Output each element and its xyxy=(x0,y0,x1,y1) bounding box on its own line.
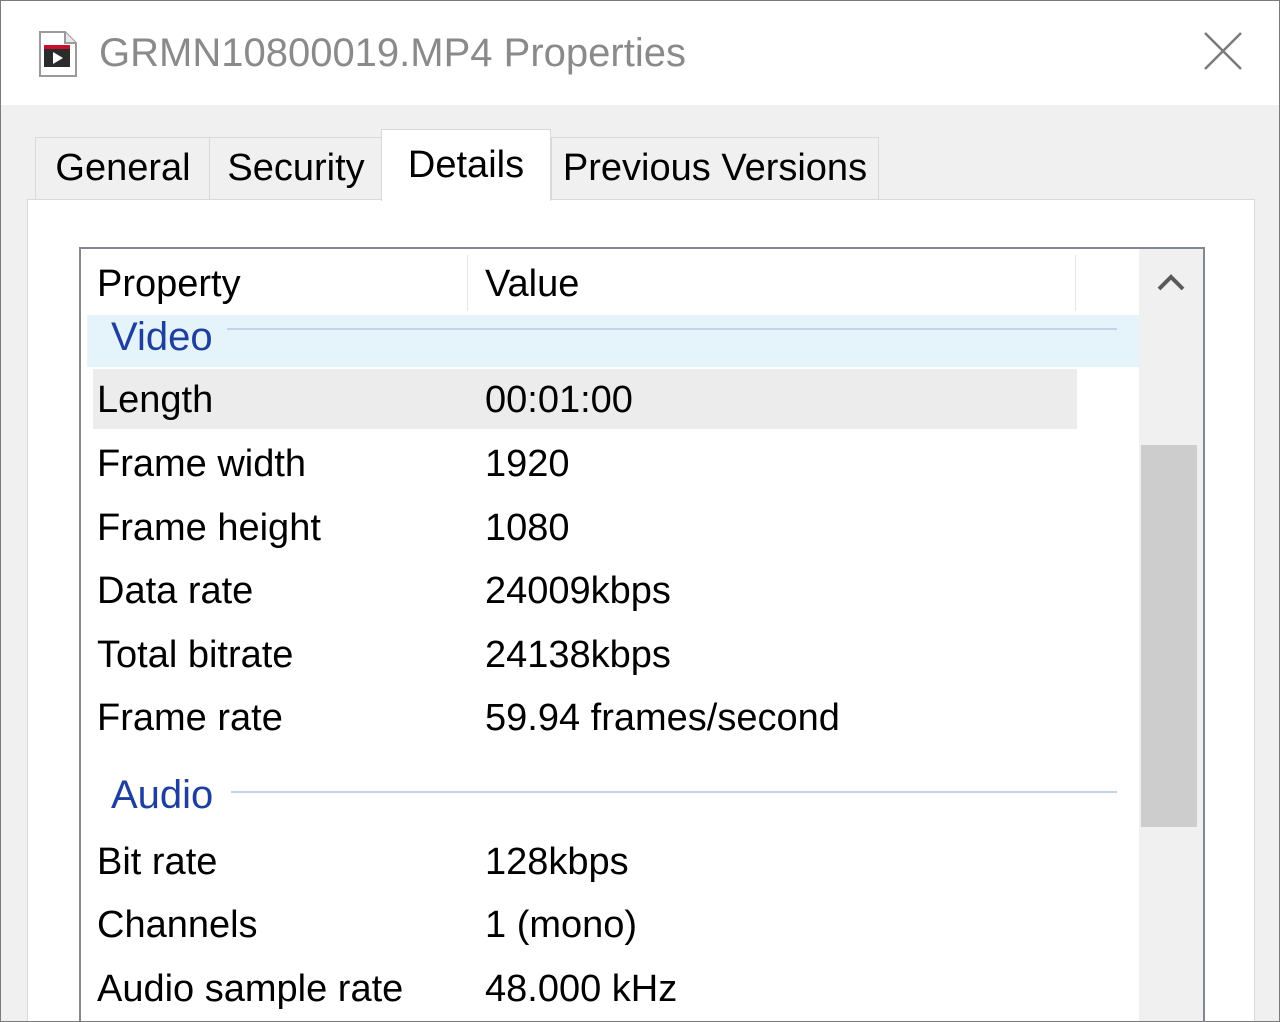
scroll-up-button[interactable] xyxy=(1139,249,1203,319)
property-name: Bit rate xyxy=(97,841,218,883)
details-list[interactable]: Property Value Video Length 00:01:00 Fra… xyxy=(79,247,1205,1021)
property-value: 1080 xyxy=(485,507,570,549)
group-header-audio[interactable]: Audio xyxy=(87,773,1139,825)
window-title: GRMN10800019.MP4 Properties xyxy=(99,31,686,75)
tab-previous-versions[interactable]: Previous Versions xyxy=(551,137,879,199)
tab-details[interactable]: Details xyxy=(381,129,551,201)
list-row-frame-rate[interactable]: Frame rate 59.94 frames/second xyxy=(93,687,1077,747)
group-separator xyxy=(231,791,1117,793)
property-name: Data rate xyxy=(97,570,254,612)
tab-general[interactable]: General xyxy=(35,137,211,199)
list-row-frame-height[interactable]: Frame height 1080 xyxy=(93,497,1077,557)
property-value: 128kbps xyxy=(485,841,629,883)
property-value: 1 (mono) xyxy=(485,904,638,946)
property-name: Audio sample rate xyxy=(97,968,404,1010)
property-value: 48.000 kHz xyxy=(485,968,678,1010)
group-separator xyxy=(227,328,1117,330)
group-label: Audio xyxy=(111,773,214,817)
scrollbar-thumb[interactable] xyxy=(1141,445,1197,827)
property-name: Frame width xyxy=(97,443,307,485)
list-row-channels[interactable]: Channels 1 (mono) xyxy=(93,894,1077,954)
list-header: Property Value xyxy=(81,249,1139,315)
close-button[interactable] xyxy=(1185,23,1261,83)
tab-security[interactable]: Security xyxy=(209,137,383,199)
list-row-total-bitrate[interactable]: Total bitrate 24138kbps xyxy=(93,624,1077,684)
property-name: Frame height xyxy=(97,507,321,549)
property-value: 00:01:00 xyxy=(485,379,633,421)
group-label: Video xyxy=(111,315,213,359)
close-icon xyxy=(1203,31,1243,76)
column-divider[interactable] xyxy=(467,255,468,311)
property-name: Frame rate xyxy=(97,697,283,739)
property-value: 59.94 frames/second xyxy=(485,697,840,739)
list-row-audio-sample-rate[interactable]: Audio sample rate 48.000 kHz xyxy=(93,958,1077,1018)
group-header-video[interactable]: Video xyxy=(87,315,1139,367)
property-value: 24138kbps xyxy=(485,634,671,676)
property-name: Channels xyxy=(97,904,258,946)
property-value: 1920 xyxy=(485,443,570,485)
column-divider[interactable] xyxy=(1075,255,1076,311)
column-header-value[interactable]: Value xyxy=(485,263,579,306)
property-name: Length xyxy=(97,379,214,421)
vertical-scrollbar[interactable] xyxy=(1139,249,1203,1021)
list-row-length[interactable]: Length 00:01:00 xyxy=(93,369,1077,429)
column-header-property[interactable]: Property xyxy=(97,263,241,306)
title-bar: GRMN10800019.MP4 Properties xyxy=(1,1,1279,105)
properties-dialog: GRMN10800019.MP4 Properties General Secu… xyxy=(0,0,1280,1022)
chevron-up-icon xyxy=(1156,272,1186,297)
property-value: 24009kbps xyxy=(485,570,671,612)
list-row-frame-width[interactable]: Frame width 1920 xyxy=(93,433,1077,493)
video-file-icon xyxy=(39,31,77,77)
property-name: Total bitrate xyxy=(97,634,294,676)
list-row-data-rate[interactable]: Data rate 24009kbps xyxy=(93,560,1077,620)
list-row-bit-rate[interactable]: Bit rate 128kbps xyxy=(93,831,1077,891)
